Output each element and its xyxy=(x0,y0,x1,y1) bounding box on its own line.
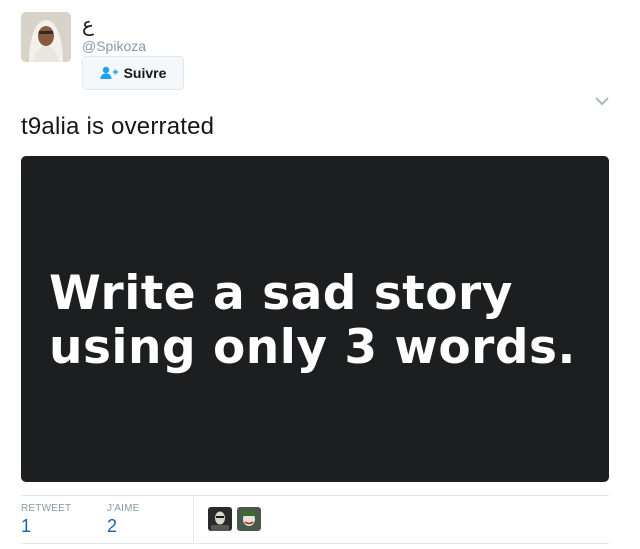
stats-top-divider xyxy=(21,495,609,496)
liker-avatar-2[interactable] xyxy=(237,507,261,531)
follow-button-label: Suivre xyxy=(123,65,167,81)
retweets-count[interactable]: 1 xyxy=(21,516,31,537)
user-display-name[interactable]: ع xyxy=(82,13,94,35)
likes-label: J'AIME xyxy=(107,503,140,514)
chevron-down-icon[interactable] xyxy=(594,94,610,106)
likes-count[interactable]: 2 xyxy=(107,516,117,537)
user-avatar[interactable] xyxy=(21,12,71,62)
media-text-line-2: using only 3 words. xyxy=(49,320,576,375)
retweets-label: RETWEET xyxy=(21,503,72,514)
stats-separator xyxy=(193,496,194,542)
add-user-icon xyxy=(100,66,118,80)
follow-button[interactable]: Suivre xyxy=(82,56,184,90)
media-text-line-1: Write a sad story xyxy=(49,266,513,321)
tweet-media-image[interactable]: Write a sad story using only 3 words. xyxy=(21,156,609,482)
user-avatar-image xyxy=(21,12,71,62)
stats-bottom-divider xyxy=(21,543,609,544)
tweet-text: t9alia is overrated xyxy=(21,113,215,140)
user-handle[interactable]: @Spikoza xyxy=(82,38,146,54)
liker-avatar-1[interactable] xyxy=(208,507,232,531)
